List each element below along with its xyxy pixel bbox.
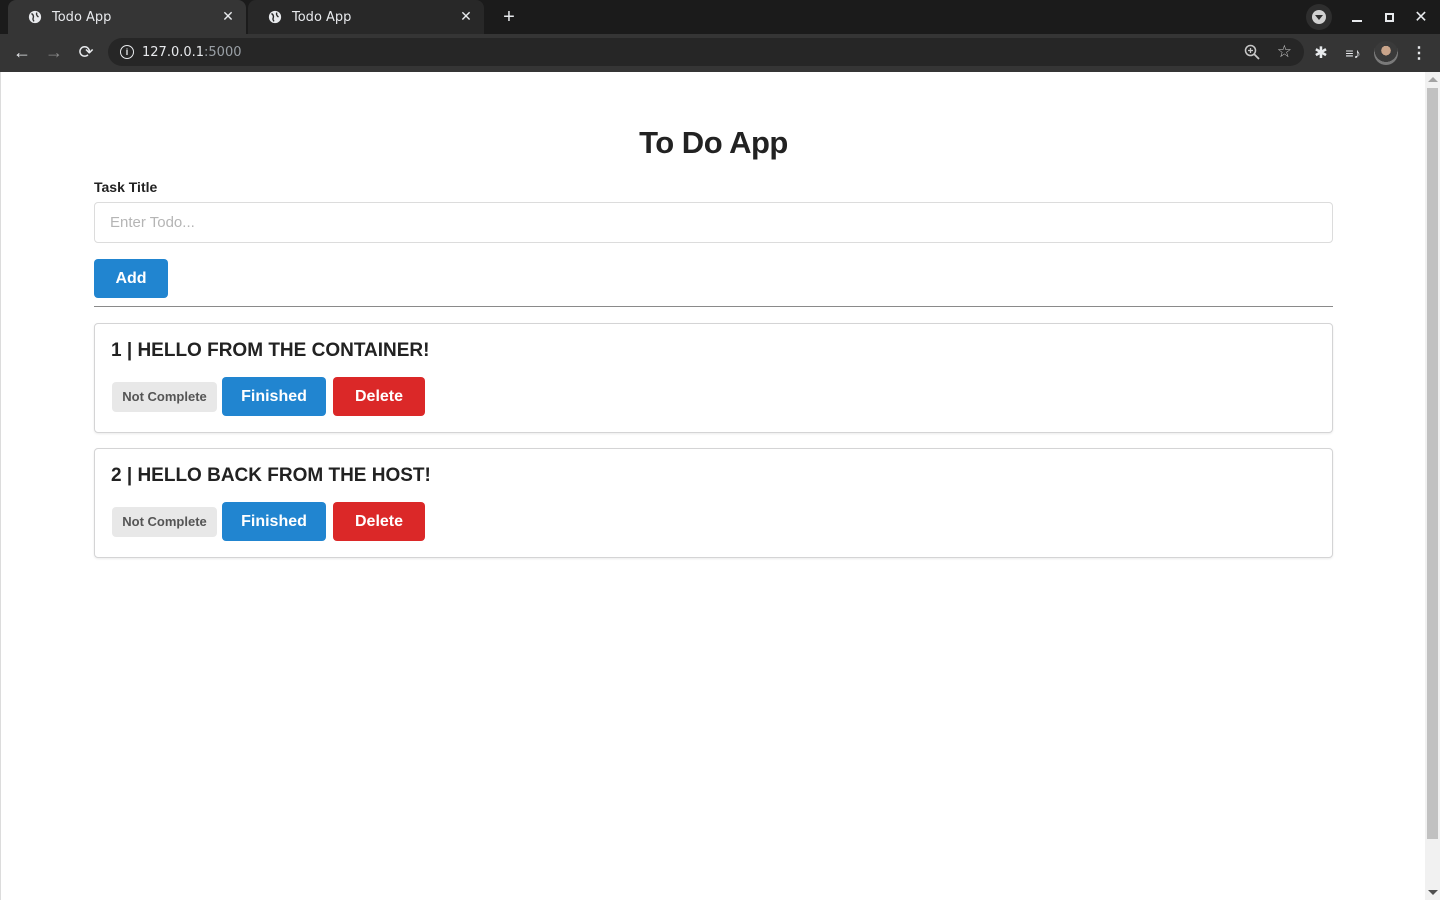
todo-input[interactable]	[94, 202, 1333, 243]
close-tab-icon[interactable]: ✕	[218, 7, 238, 27]
scroll-down-arrow-icon[interactable]	[1428, 890, 1438, 895]
reload-button[interactable]: ⟳	[72, 38, 100, 66]
scrollbar-thumb[interactable]	[1427, 88, 1438, 839]
bookmark-star-icon[interactable]: ☆	[1277, 42, 1292, 62]
delete-button[interactable]: Delete	[333, 377, 425, 416]
tab-title: Todo App	[292, 9, 352, 25]
globe-icon	[28, 10, 42, 24]
minimize-icon	[1352, 20, 1362, 22]
tab-title: Todo App	[52, 9, 112, 25]
address-bar[interactable]: i 127.0.0.1 :5000 ☆	[108, 38, 1304, 66]
tab-todo-app-active[interactable]: Todo App ✕	[8, 0, 246, 34]
status-badge: Not Complete	[112, 381, 217, 412]
todo-card: 1 | HELLO FROM THE CONTAINER! Not Comple…	[94, 323, 1333, 433]
vertical-scrollbar[interactable]	[1425, 72, 1440, 900]
todo-actions: Not Complete Finished Delete	[112, 377, 425, 416]
finished-button[interactable]: Finished	[222, 502, 326, 541]
restore-button[interactable]	[1378, 6, 1400, 28]
todo-actions: Not Complete Finished Delete	[112, 502, 425, 541]
status-badge: Not Complete	[112, 506, 217, 537]
page-viewport: To Do App Task Title Add 1 | HELLO FROM …	[0, 72, 1440, 900]
close-window-button[interactable]: ✕	[1410, 6, 1432, 28]
tab-strip: Todo App ✕ Todo App ✕ + ✕	[0, 0, 1440, 34]
profile-avatar[interactable]	[1374, 41, 1398, 65]
info-icon[interactable]: i	[120, 45, 134, 59]
todo-card: 2 | HELLO BACK FROM THE HOST! Not Comple…	[94, 448, 1333, 558]
divider	[94, 306, 1333, 307]
zoom-icon[interactable]	[1244, 44, 1260, 60]
forward-button[interactable]: →	[40, 38, 68, 66]
media-control-icon[interactable]: ≡♪	[1342, 42, 1364, 64]
tab-search-button[interactable]	[1306, 4, 1332, 30]
finished-button[interactable]: Finished	[222, 377, 326, 416]
kebab-menu-icon[interactable]: ⋮	[1408, 42, 1430, 64]
add-button[interactable]: Add	[94, 259, 168, 298]
back-button[interactable]: ←	[8, 38, 36, 66]
scroll-up-arrow-icon[interactable]	[1428, 77, 1438, 82]
chevron-down-icon	[1312, 10, 1326, 24]
minimize-button[interactable]	[1346, 6, 1368, 28]
todo-heading: 1 | HELLO FROM THE CONTAINER!	[111, 340, 430, 361]
delete-button[interactable]: Delete	[333, 502, 425, 541]
todo-heading: 2 | HELLO BACK FROM THE HOST!	[111, 465, 431, 486]
restore-icon	[1384, 12, 1394, 22]
url-host: 127.0.0.1	[142, 44, 205, 60]
extensions-icon[interactable]: ✱	[1310, 42, 1332, 64]
task-title-label: Task Title	[94, 179, 158, 195]
url-port: :5000	[204, 44, 242, 60]
globe-icon	[268, 10, 282, 24]
new-tab-button[interactable]: +	[496, 4, 522, 30]
browser-toolbar: ← → ⟳ i 127.0.0.1 :5000 ☆ ✱ ≡♪ ⋮	[0, 34, 1440, 72]
tab-todo-app[interactable]: Todo App ✕	[248, 0, 484, 34]
close-tab-icon[interactable]: ✕	[456, 7, 476, 27]
page-title: To Do App	[639, 125, 788, 160]
